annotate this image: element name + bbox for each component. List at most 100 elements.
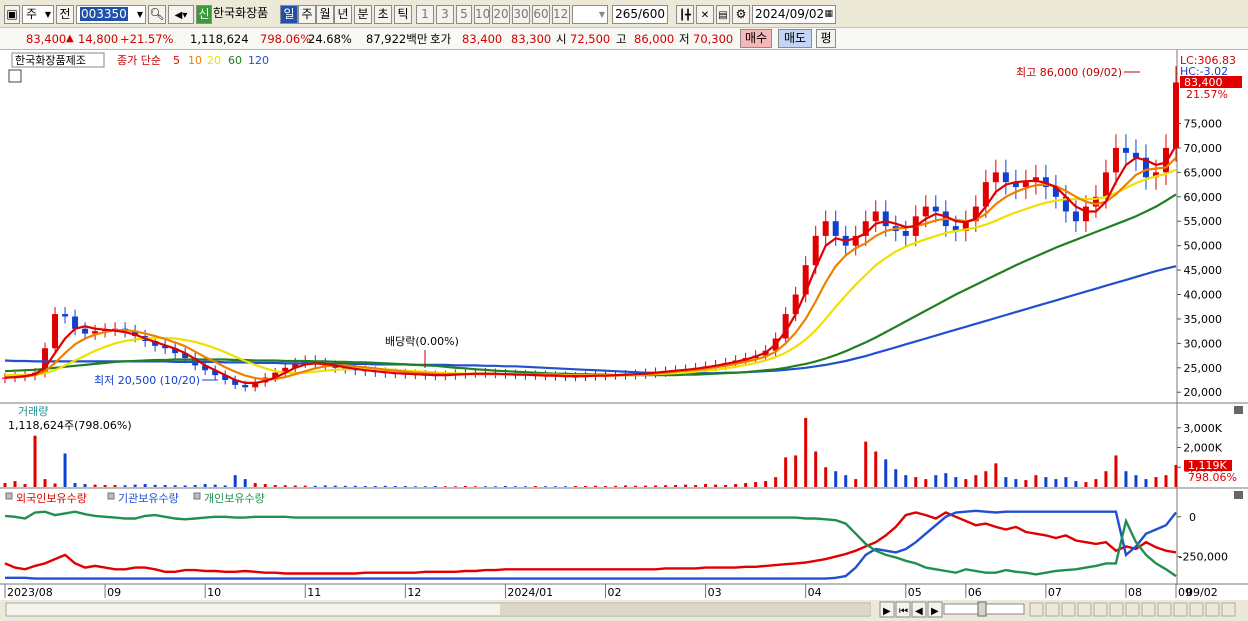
change-value: 14,800 — [78, 32, 119, 46]
volume-bar — [383, 485, 387, 487]
period-tab-6[interactable]: 틱 — [394, 5, 412, 24]
volume-bar — [43, 479, 47, 487]
interval-button-2[interactable]: 5 — [456, 5, 472, 24]
stock-code-input[interactable]: 003350 ▼ — [76, 5, 146, 24]
ma-legend-period: 5 — [173, 54, 180, 67]
buy-button[interactable]: 매수 — [740, 29, 772, 48]
candle-body — [822, 221, 829, 236]
count-input[interactable]: 265/600 — [612, 5, 668, 24]
candle-body — [82, 328, 89, 334]
volume-bar — [874, 451, 878, 487]
low-note: 최저 20,500 (10/20) — [94, 374, 200, 387]
period-tab-4[interactable]: 분 — [354, 5, 372, 24]
volume-bar — [193, 485, 197, 487]
holdings-legend-marker — [107, 492, 115, 500]
sound-icon[interactable]: ◀▾ — [168, 5, 194, 24]
period-tab-3[interactable]: 년 — [334, 5, 352, 24]
market-select[interactable]: 주 ▼ — [22, 5, 54, 24]
x-right-date: 09/02 — [1186, 586, 1218, 599]
volume-bar — [694, 485, 698, 487]
volume-bar — [443, 486, 447, 487]
chart-area[interactable]: ▶ ⏮ ◀ ▶ 75,000 70,000 65,000 60,000 55,000 50,00… — [0, 50, 1248, 621]
volume-bar — [473, 486, 477, 487]
zoom-slider-thumb — [977, 601, 987, 617]
gear-icon[interactable]: ⚙ — [732, 5, 750, 24]
volume-bar — [233, 475, 237, 487]
volume-bar — [13, 481, 17, 487]
x-tick-label: 10 — [207, 586, 221, 599]
volume-bar — [183, 485, 187, 487]
interval-select[interactable]: ▼ — [572, 5, 608, 24]
open-label: 시 — [556, 32, 567, 46]
period-tab-5[interactable]: 초 — [374, 5, 392, 24]
candle-icon[interactable]: ┃╋ — [676, 5, 694, 24]
ma-legend-label: 종가 단순 — [117, 54, 161, 67]
price-tick-label: 60,000 — [1184, 191, 1223, 204]
price-tick-label: 30,000 — [1184, 337, 1223, 350]
crosshair-icon[interactable]: ✕ — [696, 5, 714, 24]
volume-bar — [453, 486, 457, 487]
volume-bar — [483, 486, 487, 487]
x-tick-label: 2023/08 — [7, 586, 53, 599]
chart-tool-icon — [1109, 602, 1124, 617]
volume-bar — [854, 479, 858, 487]
volume-bar — [53, 483, 57, 487]
flat-button[interactable]: 평 — [816, 29, 836, 48]
volume-panel-close-icon — [1234, 406, 1243, 414]
holdings-legend-marker — [5, 492, 13, 500]
prev-button[interactable]: 전 — [56, 5, 74, 24]
window-menu-icon[interactable]: ▣ — [4, 5, 20, 24]
interval-button-5[interactable]: 30 — [512, 5, 530, 24]
interval-button-4[interactable]: 20 — [492, 5, 510, 24]
search-icon[interactable]: 🔍︎ — [148, 5, 166, 24]
x-tick-label: 06 — [968, 586, 982, 599]
interval-button-7[interactable]: 120 — [552, 5, 570, 24]
date-input[interactable]: 2024/09/02 ▦ — [752, 5, 836, 24]
price-tick-label: 70,000 — [1184, 142, 1223, 155]
ma-legend-period: 20 — [207, 54, 221, 67]
volume-bar — [954, 477, 958, 487]
interval-button-1[interactable]: 3 — [436, 5, 454, 24]
volume-bar — [1094, 479, 1098, 487]
interval-button-3[interactable]: 10 — [474, 5, 490, 24]
price-tick-label: 65,000 — [1184, 166, 1223, 179]
candle-body — [1122, 147, 1129, 153]
volume-bar — [243, 479, 247, 487]
chart-tool-icon — [1189, 602, 1204, 617]
volume-bar — [1064, 477, 1068, 487]
prev-label: 전 — [59, 7, 71, 21]
volume-bar — [433, 486, 437, 487]
volume-bar — [994, 463, 998, 487]
volume-bar — [604, 486, 608, 487]
volume-bar — [1124, 471, 1128, 487]
holdings-line-foreign — [4, 511, 1177, 575]
volume-last-pct: 798.06% — [1188, 471, 1237, 484]
grid-toggle-icon — [8, 69, 22, 83]
chevron-down-icon: ▼ — [44, 10, 51, 19]
save-icon[interactable]: ▤ — [716, 5, 730, 24]
chart-tool-icon — [1141, 602, 1156, 617]
volume-tick-label: 2,000K — [1183, 442, 1222, 455]
volume-bar — [23, 484, 27, 487]
chart-canvas[interactable]: ▶ ⏮ ◀ ▶ 75,000 70,000 65,000 60,000 55,000 50,00… — [0, 50, 1248, 621]
interval-button-0[interactable]: 1 — [416, 5, 434, 24]
period-tab-0[interactable]: 일 — [280, 5, 298, 24]
volume-bar — [864, 441, 868, 487]
volume-bar — [684, 484, 688, 487]
interval-button-6[interactable]: 60 — [532, 5, 550, 24]
period-tab-2[interactable]: 월 — [316, 5, 334, 24]
volume-bar — [634, 485, 638, 487]
price-tick-label: 25,000 — [1184, 362, 1223, 375]
ma-legend-period: 10 — [188, 54, 202, 67]
period-tab-1[interactable]: 주 — [298, 5, 316, 24]
chart-tool-icon — [1221, 602, 1236, 617]
scroll-control-icon: ▶ — [931, 606, 939, 617]
sell-button[interactable]: 매도 — [778, 29, 812, 48]
candle-body — [932, 206, 939, 212]
volume-bar — [363, 486, 367, 487]
volume-bar — [734, 484, 738, 487]
chevron-down-icon: ▼ — [598, 10, 605, 19]
volume-bar — [413, 486, 417, 487]
scroll-control-icon: ◀ — [915, 606, 923, 617]
ma-legend-period: 120 — [248, 54, 269, 67]
